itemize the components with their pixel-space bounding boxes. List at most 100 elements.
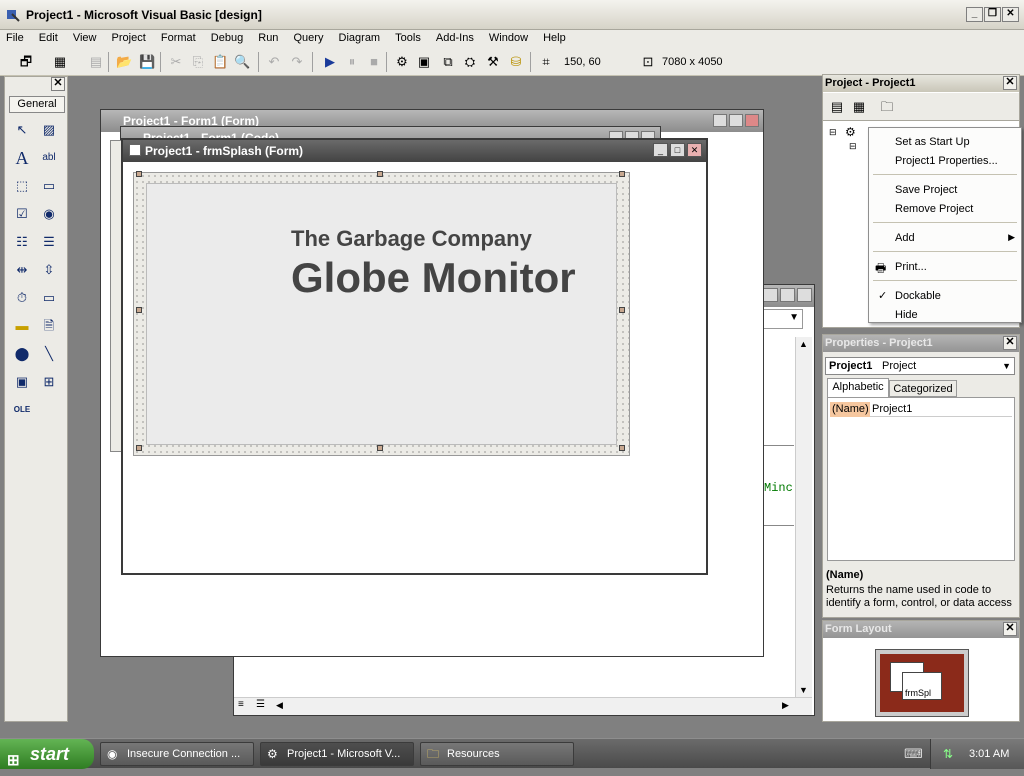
filelistbox-icon[interactable]: 🗎 <box>38 315 60 337</box>
line-icon[interactable]: ╲ <box>38 343 60 365</box>
tree-expand-icon[interactable]: ⊟ <box>849 141 857 152</box>
resize-handle[interactable] <box>377 171 383 177</box>
menu-item-remove-project[interactable]: Remove Project <box>895 203 973 215</box>
minimize-button[interactable]: _ <box>966 7 983 22</box>
project-explorer-close-icon[interactable]: ✕ <box>1003 76 1017 90</box>
resize-handle[interactable] <box>619 307 625 313</box>
splash-close-icon[interactable]: ✕ <box>687 143 702 157</box>
scroll-left-icon[interactable]: ◀ <box>276 700 283 711</box>
project-explorer-icon[interactable]: ⚙ <box>394 54 410 70</box>
data-view-icon[interactable]: ⛁ <box>508 54 524 70</box>
form1-close-icon[interactable] <box>745 114 759 127</box>
menu-edit[interactable]: Edit <box>33 30 64 44</box>
menu-diagram[interactable]: Diagram <box>333 30 387 44</box>
code-minimize-icon[interactable] <box>763 288 778 302</box>
form1-restore-icon[interactable] <box>729 114 743 127</box>
menu-item-dockable[interactable]: Dockable <box>895 290 941 302</box>
paste-icon[interactable]: 📋 <box>212 54 228 70</box>
view-code-icon[interactable]: ▤ <box>829 99 845 115</box>
splash-frame[interactable]: The Garbage Company Globe Monitor <box>146 183 617 445</box>
toolbox-tab-general[interactable]: General <box>9 96 65 113</box>
vb-app-icon[interactable] <box>6 8 20 22</box>
menu-item-print[interactable]: Print... <box>895 261 927 273</box>
toggle-folders-icon[interactable]: 🗀 <box>879 99 895 115</box>
image-icon[interactable]: ▣ <box>11 371 33 393</box>
keyboard-icon[interactable]: ⌨ <box>904 746 923 762</box>
save-icon[interactable]: 💾 <box>139 54 155 70</box>
dirlistbox-icon[interactable]: ▬ <box>11 315 33 337</box>
form-layout-close-icon[interactable]: ✕ <box>1003 622 1017 636</box>
undo-icon[interactable]: ↶ <box>266 54 282 70</box>
properties-close-icon[interactable]: ✕ <box>1003 336 1017 350</box>
picturebox-icon[interactable]: ▨ <box>38 119 60 141</box>
open-icon[interactable]: 📂 <box>116 54 132 70</box>
toolbox-close-icon[interactable]: ✕ <box>51 77 65 91</box>
menu-addins[interactable]: Add-Ins <box>430 30 480 44</box>
menu-tools[interactable]: Tools <box>389 30 427 44</box>
view-object-icon[interactable]: ▦ <box>851 99 867 115</box>
pointer-icon[interactable]: ↖ <box>11 119 33 141</box>
full-module-view-icon[interactable]: ☰ <box>256 699 265 710</box>
timer-icon[interactable]: ⏱ <box>11 287 33 309</box>
company-label[interactable]: The Garbage Company <box>291 226 532 252</box>
combobox-icon[interactable]: ☷ <box>11 231 33 253</box>
code-restore-icon[interactable] <box>780 288 795 302</box>
resize-handle[interactable] <box>619 445 625 451</box>
redo-icon[interactable]: ↷ <box>289 54 305 70</box>
splash-maximize-icon[interactable]: □ <box>670 143 685 157</box>
menu-item-add[interactable]: Add <box>895 232 915 244</box>
menu-item-save-project[interactable]: Save Project <box>895 184 957 196</box>
commandbutton-icon[interactable]: ▭ <box>38 175 60 197</box>
hscrollbar-icon[interactable]: ⇹ <box>11 259 33 281</box>
splash-minimize-icon[interactable]: _ <box>653 143 668 157</box>
network-icon[interactable]: ⇅ <box>943 739 953 769</box>
shape-icon[interactable]: ⬤ <box>11 343 33 365</box>
resize-handle[interactable] <box>377 445 383 451</box>
cut-icon[interactable]: ✂ <box>168 54 184 70</box>
property-grid[interactable]: (Name) Project1 <box>827 397 1015 561</box>
clock[interactable]: 3:01 AM <box>969 739 1009 769</box>
end-icon[interactable]: ■ <box>366 54 382 70</box>
menu-item-project-properties[interactable]: Project1 Properties... <box>895 155 998 167</box>
scroll-down-icon[interactable]: ▼ <box>799 685 808 695</box>
menu-help[interactable]: Help <box>537 30 572 44</box>
menu-debug[interactable]: Debug <box>205 30 249 44</box>
optionbutton-icon[interactable]: ◉ <box>38 203 60 225</box>
resize-handle[interactable] <box>136 445 142 451</box>
tab-categorized[interactable]: Categorized <box>889 380 957 397</box>
frame-icon[interactable]: ⬚ <box>11 175 33 197</box>
menu-format[interactable]: Format <box>155 30 202 44</box>
menu-run[interactable]: Run <box>252 30 284 44</box>
start-icon[interactable]: ▶ <box>322 54 338 70</box>
form1-minimize-icon[interactable] <box>713 114 727 127</box>
splash-form-window[interactable]: Project1 - frmSplash (Form) _ □ ✕ The Ga… <box>121 138 708 575</box>
menu-item-set-start-up[interactable]: Set as Start Up <box>895 136 970 148</box>
vscrollbar-icon[interactable]: ⇳ <box>38 259 60 281</box>
tree-collapse-icon[interactable]: ⊟ <box>829 127 837 138</box>
break-icon[interactable]: ⏸ <box>344 54 360 70</box>
task-visual-basic[interactable]: ⚙ Project1 - Microsoft V... <box>260 742 414 766</box>
property-name[interactable]: (Name) <box>830 402 870 417</box>
add-project-icon[interactable]: 🗗 <box>18 54 34 70</box>
product-label[interactable]: Globe Monitor <box>291 254 576 302</box>
close-button[interactable]: ✕ <box>1002 7 1019 22</box>
splash-form-titlebar[interactable]: Project1 - frmSplash (Form) <box>123 140 706 162</box>
toolbox-icon[interactable]: ⚒ <box>485 54 501 70</box>
task-insecure-connection[interactable]: ◉ Insecure Connection ... <box>100 742 254 766</box>
textbox-icon[interactable]: abl <box>38 147 60 169</box>
properties-window-icon[interactable]: ▣ <box>416 54 432 70</box>
menu-project[interactable]: Project <box>106 30 152 44</box>
resize-handle[interactable] <box>136 307 142 313</box>
form-design-surface[interactable]: The Garbage Company Globe Monitor <box>133 171 630 456</box>
tab-alphabetic[interactable]: Alphabetic <box>827 378 889 397</box>
drivelistbox-icon[interactable]: ▭ <box>38 287 60 309</box>
listbox-icon[interactable]: ☰ <box>38 231 60 253</box>
property-value[interactable]: Project1 <box>870 402 1012 417</box>
menu-editor-icon[interactable]: ▤ <box>88 54 104 70</box>
object-dropdown[interactable]: Project1 Project ▼ <box>825 357 1015 375</box>
code-close-icon[interactable] <box>797 288 812 302</box>
label-icon[interactable]: A <box>11 147 33 169</box>
restore-button[interactable]: ❐ <box>984 7 1001 22</box>
menu-file[interactable]: File <box>0 30 30 44</box>
scroll-up-icon[interactable]: ▲ <box>799 339 808 349</box>
